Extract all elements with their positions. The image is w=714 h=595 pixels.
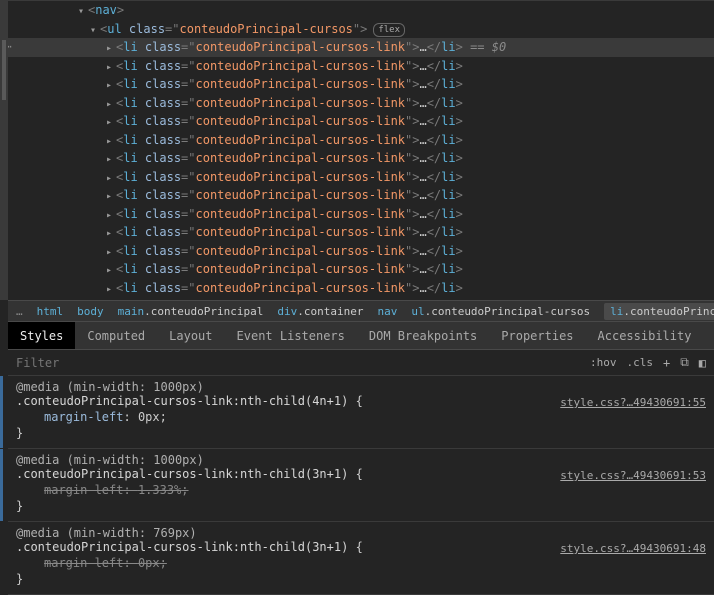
breadcrumb-item[interactable]: main.conteudoPrincipal xyxy=(118,305,264,318)
css-declaration[interactable]: margin-left: 0px; xyxy=(16,554,706,572)
source-link[interactable]: style.css?…49430691:55 xyxy=(560,396,706,409)
expand-arrow-icon[interactable] xyxy=(78,1,88,22)
css-declaration[interactable]: margin-left: 0px; xyxy=(16,408,706,426)
css-rule[interactable]: @media (min-width: 769px).conteudoPrinci… xyxy=(8,522,714,595)
dom-node-li[interactable]: <li class="conteudoPrincipal-cursos-link… xyxy=(8,75,714,94)
media-query: @media (min-width: 1000px) xyxy=(16,380,706,394)
source-link[interactable]: style.css?…49430691:48 xyxy=(560,542,706,555)
selected-indicator: == $0 xyxy=(470,40,506,54)
scrollbar-gutter[interactable] xyxy=(0,0,8,300)
css-selector[interactable]: .conteudoPrincipal-cursos-link:nth-child… xyxy=(16,394,348,408)
css-rule[interactable]: @media (min-width: 1000px).conteudoPrinc… xyxy=(8,376,714,449)
expand-arrow-icon[interactable] xyxy=(106,168,116,189)
expand-arrow-icon[interactable] xyxy=(106,279,116,300)
breadcrumb-item[interactable]: div.container xyxy=(277,305,363,318)
tab-dom-breakpoints[interactable]: DOM Breakpoints xyxy=(357,322,489,349)
styles-tabs: StylesComputedLayoutEvent ListenersDOM B… xyxy=(8,322,714,350)
expand-arrow-icon[interactable] xyxy=(106,205,116,226)
breadcrumb-item[interactable]: … xyxy=(16,305,23,318)
breadcrumb-item[interactable]: body xyxy=(77,305,104,318)
expand-arrow-icon[interactable] xyxy=(106,223,116,244)
css-selector[interactable]: .conteudoPrincipal-cursos-link:nth-child… xyxy=(16,467,348,481)
expand-arrow-icon[interactable] xyxy=(106,94,116,115)
hov-toggle[interactable]: :hov xyxy=(590,356,617,369)
tab-styles[interactable]: Styles xyxy=(8,322,75,349)
breadcrumb-item[interactable]: ul.conteudoPrincipal-cursos xyxy=(411,305,590,318)
dom-node-li[interactable]: <li class="conteudoPrincipal-cursos-link… xyxy=(8,38,714,57)
dom-node-li[interactable]: <li class="conteudoPrincipal-cursos-link… xyxy=(8,279,714,298)
media-query: @media (min-width: 1000px) xyxy=(16,453,706,467)
dom-node-li[interactable]: <li class="conteudoPrincipal-cursos-link… xyxy=(8,168,714,187)
media-query: @media (min-width: 769px) xyxy=(16,526,706,540)
dom-node-li[interactable]: <li class="conteudoPrincipal-cursos-link… xyxy=(8,149,714,168)
rule-marker xyxy=(0,376,3,448)
styles-panel: StylesComputedLayoutEvent ListenersDOM B… xyxy=(8,322,714,595)
expand-arrow-icon[interactable] xyxy=(106,112,116,133)
filter-input[interactable] xyxy=(16,356,590,370)
breadcrumb-item[interactable]: nav xyxy=(377,305,397,318)
source-link[interactable]: style.css?…49430691:53 xyxy=(560,469,706,482)
breadcrumb[interactable]: … html body main.conteudoPrincipal div.conta… xyxy=(8,300,714,322)
dom-node-li[interactable]: <li class="conteudoPrincipal-cursos-link… xyxy=(8,131,714,150)
rule-marker xyxy=(0,449,3,521)
css-selector[interactable]: .conteudoPrincipal-cursos-link:nth-child… xyxy=(16,540,348,554)
tab-layout[interactable]: Layout xyxy=(157,322,224,349)
expand-arrow-icon[interactable] xyxy=(106,242,116,263)
collapse-sidebar-icon[interactable]: ◧ xyxy=(699,356,706,370)
tab-accessibility[interactable]: Accessibility xyxy=(586,322,704,349)
breadcrumb-item[interactable]: html xyxy=(37,305,64,318)
filter-bar: :hov .cls + ⧉ ◧ xyxy=(8,350,714,376)
expand-arrow-icon[interactable] xyxy=(106,38,116,59)
expand-arrow-icon[interactable] xyxy=(106,260,116,281)
cls-toggle[interactable]: .cls xyxy=(626,356,653,369)
dom-node-nav[interactable]: <nav> xyxy=(8,1,714,20)
elements-tree-pane[interactable]: <nav> <ul class="conteudoPrincipal-curso… xyxy=(8,0,714,300)
dom-node-li[interactable]: <li class="conteudoPrincipal-cursos-link… xyxy=(8,205,714,224)
dom-node-li[interactable]: <li class="conteudoPrincipal-cursos-link… xyxy=(8,112,714,131)
tab-properties[interactable]: Properties xyxy=(489,322,585,349)
expand-arrow-icon[interactable] xyxy=(106,186,116,207)
dom-node-ul[interactable]: <ul class="conteudoPrincipal-cursos">fle… xyxy=(8,20,714,39)
dom-node-li[interactable]: <li class="conteudoPrincipal-cursos-link… xyxy=(8,260,714,279)
expand-arrow-icon[interactable] xyxy=(106,149,116,170)
tab-event-listeners[interactable]: Event Listeners xyxy=(225,322,357,349)
add-rule-icon[interactable]: + xyxy=(663,356,670,370)
expand-arrow-icon[interactable] xyxy=(90,20,100,41)
breadcrumb-item[interactable]: li.conteudoPrinc xyxy=(604,303,714,320)
dom-node-li[interactable]: <li class="conteudoPrincipal-cursos-link… xyxy=(8,94,714,113)
expand-arrow-icon[interactable] xyxy=(106,57,116,78)
css-declaration[interactable]: margin-left: 1.333%; xyxy=(16,481,706,499)
computed-sidebar-icon[interactable]: ⧉ xyxy=(680,355,689,370)
dom-node-li[interactable]: <li class="conteudoPrincipal-cursos-link… xyxy=(8,186,714,205)
dom-node-li[interactable]: <li class="conteudoPrincipal-cursos-link… xyxy=(8,223,714,242)
expand-arrow-icon[interactable] xyxy=(106,75,116,96)
dom-node-li[interactable]: <li class="conteudoPrincipal-cursos-link… xyxy=(8,242,714,261)
css-rule[interactable]: @media (min-width: 1000px).conteudoPrinc… xyxy=(8,449,714,522)
tab-computed[interactable]: Computed xyxy=(75,322,157,349)
expand-arrow-icon[interactable] xyxy=(106,131,116,152)
dom-node-li[interactable]: <li class="conteudoPrincipal-cursos-link… xyxy=(8,57,714,76)
flex-badge[interactable]: flex xyxy=(373,23,405,37)
